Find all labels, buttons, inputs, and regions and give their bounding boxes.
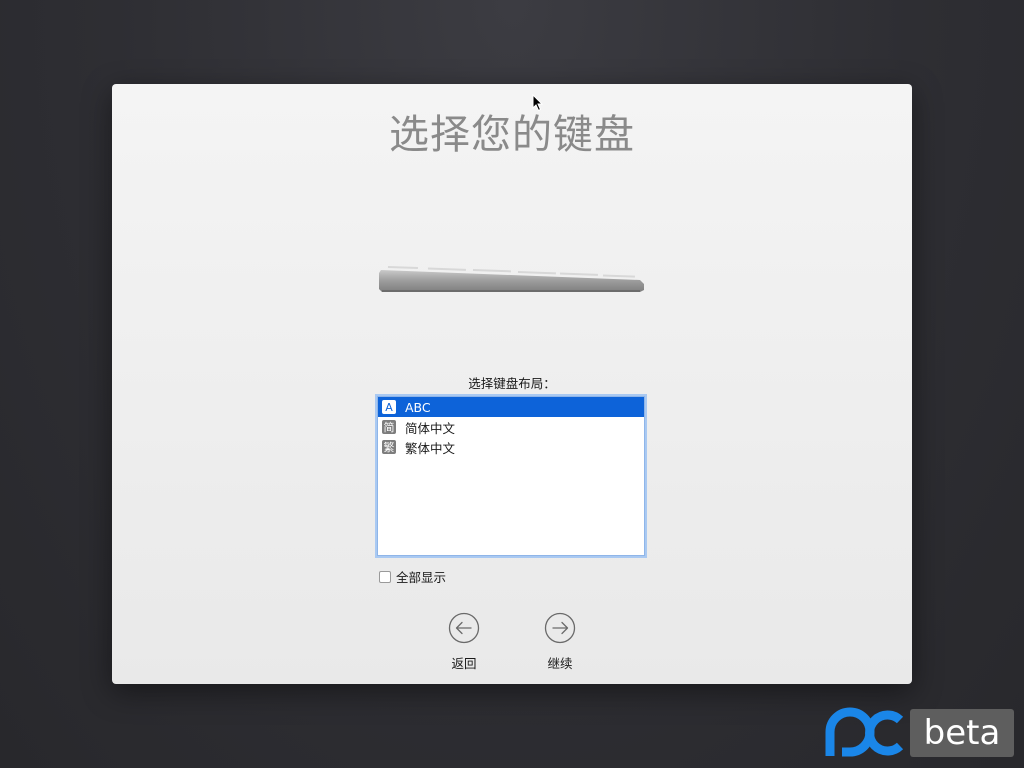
abc-layout-icon: A — [382, 400, 396, 414]
show-all-label: 全部显示 — [396, 570, 447, 585]
layout-prompt-label: 选择键盘布局： — [468, 376, 556, 391]
simplified-chinese-layout-icon: 简 — [382, 420, 396, 434]
layout-item-label: 繁体中文 — [405, 440, 456, 456]
pc-logo-icon — [825, 707, 904, 757]
show-all-row[interactable]: 全部显示 — [379, 567, 446, 586]
pcbeta-watermark-logo: beta — [820, 706, 1020, 762]
layout-item-label: ABC — [405, 399, 431, 415]
layout-item-abc[interactable]: A ABC — [378, 397, 644, 417]
back-arrow-icon[interactable] — [448, 612, 480, 644]
layout-item-label: 简体中文 — [405, 420, 456, 436]
back-button-label: 返回 — [451, 656, 477, 671]
layout-item-traditional-chinese[interactable]: 繁 繁体中文 — [378, 437, 644, 457]
keyboard-illustration — [379, 266, 644, 292]
setup-assistant-panel: 选择您的键盘 选择键盘布局： A ABC 简 简体中文 繁 繁体中文 全部显示 … — [112, 84, 912, 684]
traditional-chinese-layout-icon: 繁 — [382, 440, 396, 454]
back-button[interactable]: 返回 — [434, 612, 494, 672]
continue-button-label: 继续 — [547, 656, 573, 671]
page-title: 选择您的键盘 — [389, 112, 635, 158]
layout-item-simplified-chinese[interactable]: 简 简体中文 — [378, 417, 644, 437]
show-all-checkbox[interactable] — [379, 570, 391, 583]
keyboard-layout-list[interactable]: A ABC 简 简体中文 繁 繁体中文 — [377, 396, 645, 556]
mouse-pointer-icon — [532, 94, 544, 112]
beta-watermark-text: beta — [910, 709, 1014, 757]
forward-arrow-icon[interactable] — [544, 612, 576, 644]
continue-button[interactable]: 继续 — [530, 612, 590, 672]
